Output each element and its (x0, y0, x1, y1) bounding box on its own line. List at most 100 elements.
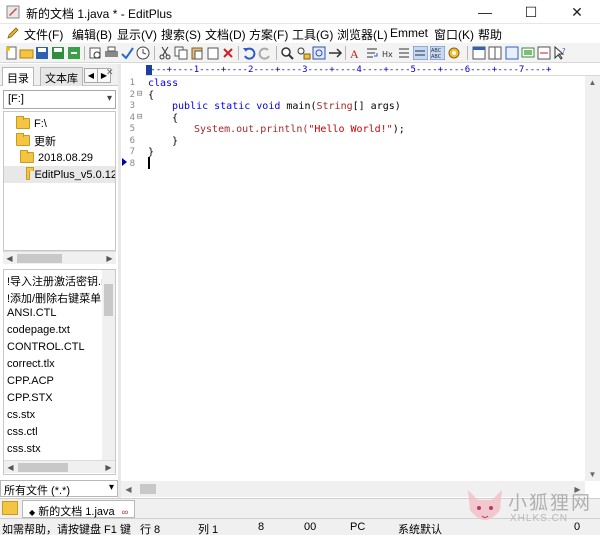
save-icon[interactable] (35, 46, 50, 60)
browser-icon[interactable] (537, 46, 552, 60)
code-line[interactable]: class (148, 78, 178, 90)
scroll-thumb[interactable] (140, 484, 156, 494)
scroll-right-icon[interactable]: ▶ (103, 252, 116, 265)
code-line[interactable]: } (172, 136, 178, 148)
scroll-thumb[interactable] (17, 254, 62, 263)
scroll-right-icon[interactable]: ▶ (102, 461, 115, 474)
screen-icon[interactable] (521, 46, 536, 60)
file-item[interactable]: ANSI.CTL (7, 307, 57, 319)
panel-close-icon[interactable]: ✕ (106, 67, 114, 78)
cascade-icon[interactable] (505, 46, 520, 60)
file-item[interactable]: cs.stx (7, 409, 35, 421)
replace-icon[interactable] (296, 46, 311, 60)
maximize-button[interactable]: ☐ (508, 0, 554, 24)
settings-gear-icon[interactable] (447, 46, 462, 60)
tab-close-icon[interactable]: ∞ (122, 507, 128, 517)
cut-icon[interactable] (158, 46, 173, 60)
file-item[interactable]: css.ctl (7, 426, 38, 438)
file-list-vscrollbar[interactable] (102, 270, 115, 460)
menu-edit[interactable]: 编辑(B) (72, 26, 112, 43)
folder-icon[interactable] (2, 501, 18, 515)
toolbar: A Hx ABC ABC ? (0, 43, 600, 63)
word-wrap-icon[interactable] (365, 46, 380, 60)
tab-directory[interactable]: 目录 (2, 67, 34, 86)
file-item[interactable]: codepage.txt (7, 324, 70, 336)
undo-icon[interactable] (242, 46, 257, 60)
file-item[interactable]: !添加/删除右键菜单.b (7, 290, 110, 306)
menu-search[interactable]: 搜索(S) (161, 26, 201, 43)
open-folder-icon[interactable] (19, 46, 34, 60)
scroll-left-icon[interactable]: ◀ (3, 252, 16, 265)
directory-tree[interactable]: F:\ 更新 2018.08.29 EditPlus_v5.0.12 (3, 111, 116, 251)
clock-icon[interactable] (136, 46, 151, 60)
dir-item-selected[interactable]: EditPlus_v5.0.12 (4, 166, 115, 183)
scroll-thumb[interactable] (18, 463, 68, 472)
menu-emmet[interactable]: Emmet (390, 26, 428, 40)
directory-hscrollbar[interactable]: ◀ ▶ (3, 251, 116, 264)
file-list-hscrollbar[interactable]: ◀ ▶ (4, 460, 115, 473)
scroll-up-icon[interactable]: ▲ (585, 76, 600, 89)
print-icon[interactable] (104, 46, 119, 60)
paste-icon[interactable] (190, 46, 205, 60)
dir-item[interactable]: 2018.08.29 (20, 149, 93, 166)
font-icon[interactable]: A (349, 46, 364, 60)
scroll-down-icon[interactable]: ▼ (585, 468, 600, 481)
help-cursor-icon[interactable]: ? (553, 46, 568, 60)
find-icon[interactable] (280, 46, 295, 60)
new-file-icon[interactable] (4, 46, 19, 60)
hex-icon[interactable]: Hx (381, 46, 396, 60)
file-item[interactable]: correct.tlx (7, 358, 55, 370)
delete-icon[interactable] (221, 46, 236, 60)
ftp-icon[interactable] (67, 46, 82, 60)
spell-check-icon[interactable] (120, 46, 135, 60)
pencil-icon[interactable] (6, 26, 20, 40)
document-tab[interactable]: ◆ 新的文档 1.java ∞ (22, 500, 136, 518)
file-item[interactable]: CPP.ACP (7, 375, 54, 387)
close-window-button[interactable]: ✕ (554, 0, 600, 24)
file-item[interactable]: css.stx (7, 443, 41, 455)
drive-select[interactable]: [F:] ▾ (3, 90, 116, 109)
code-line[interactable]: public static void main(String[] args) (172, 101, 401, 113)
fold-collapse-icon[interactable]: ⊟ (137, 112, 142, 122)
window-layout-icon[interactable] (472, 46, 487, 60)
dir-item[interactable]: F:\ (16, 115, 47, 132)
file-item[interactable]: CPP.STX (7, 392, 53, 404)
folder-open-icon (16, 116, 30, 129)
file-item[interactable]: !导入注册激活密钥.re (7, 273, 111, 289)
fold-collapse-icon[interactable]: ⊟ (137, 89, 142, 99)
ruler-icon[interactable] (413, 46, 428, 60)
menu-window[interactable]: 窗口(K) (434, 26, 474, 43)
editor-vscrollbar[interactable]: ▲ ▼ (585, 76, 600, 481)
scroll-thumb[interactable] (104, 284, 113, 316)
scroll-left-icon[interactable]: ◀ (4, 461, 17, 474)
tab-scroll-left-button[interactable]: ◀ (84, 68, 98, 83)
menu-view[interactable]: 显示(V) (117, 26, 157, 43)
minimize-button[interactable]: — (462, 0, 508, 24)
menu-help[interactable]: 帮助 (478, 26, 502, 43)
file-filter-select[interactable]: 所有文件 (*.*) ▾ (0, 480, 118, 497)
menu-project[interactable]: 方案(F) (249, 26, 288, 43)
file-item[interactable]: CONTROL.CTL (7, 341, 85, 353)
file-list[interactable]: !导入注册激活密钥.re !添加/删除右键菜单.b ANSI.CTL codep… (3, 269, 116, 475)
dir-item[interactable]: 更新 (16, 132, 56, 149)
redo-icon[interactable] (258, 46, 273, 60)
modified-dot-icon: ◆ (29, 508, 36, 517)
save-all-icon[interactable] (51, 46, 66, 60)
code-line[interactable]: System.out.println("Hello World!"); (194, 124, 405, 136)
line-number-icon[interactable] (397, 46, 412, 60)
tile-icon[interactable] (488, 46, 503, 60)
menu-document[interactable]: 文档(D) (205, 26, 246, 43)
print-preview-icon[interactable] (88, 46, 103, 60)
code-line[interactable]: { (148, 90, 154, 102)
tab-cliptext[interactable]: 文本库 (40, 67, 83, 86)
copy-icon[interactable] (174, 46, 189, 60)
menu-file[interactable]: 文件(F) (24, 26, 63, 43)
clipboard-icon[interactable] (206, 46, 221, 60)
code-line[interactable]: { (172, 113, 178, 125)
goto-icon[interactable] (328, 46, 343, 60)
abc-icon[interactable]: ABCABC (430, 46, 445, 60)
menu-tools[interactable]: 工具(G) (292, 26, 333, 43)
menu-browser[interactable]: 浏览器(L) (337, 26, 388, 43)
find-in-files-icon[interactable] (312, 46, 327, 60)
scroll-left-icon[interactable]: ◀ (121, 481, 136, 497)
